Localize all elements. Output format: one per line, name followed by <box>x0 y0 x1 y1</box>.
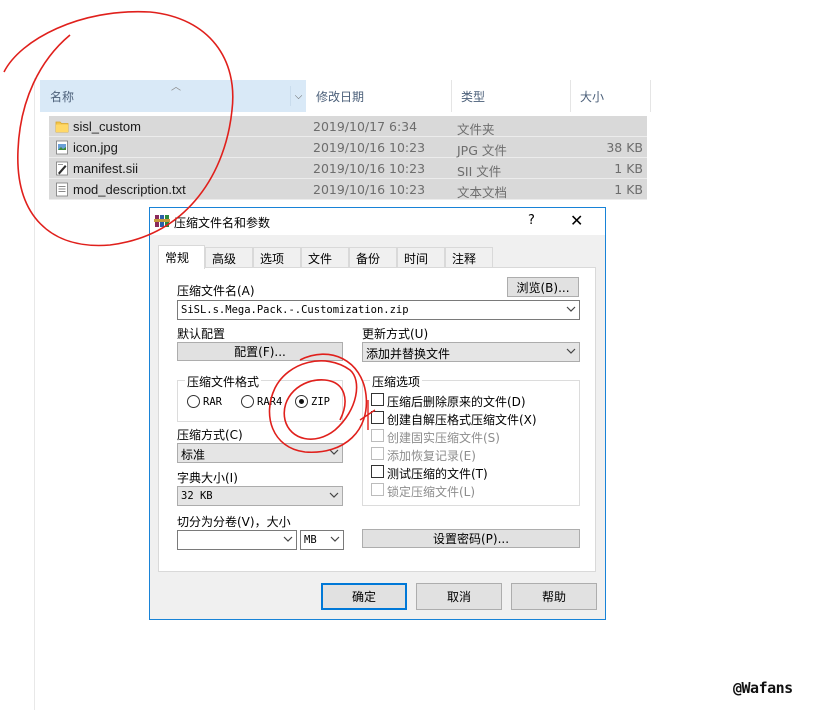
radio-rar[interactable] <box>187 395 200 408</box>
help-icon[interactable]: ? <box>528 213 535 228</box>
split-unit-combo[interactable]: MB <box>300 530 344 550</box>
file-size: 38 KB <box>606 140 643 155</box>
dictionary-label: 字典大小(I) <box>177 471 238 485</box>
column-header-modified[interactable]: 修改日期 <box>306 80 451 112</box>
file-list: sisl_custom 2019/10/17 6:34 文件夹 icon.jpg… <box>49 116 647 200</box>
tab-backup[interactable]: 备份 <box>349 247 397 267</box>
dialog-titlebar[interactable]: 压缩文件名和参数 ? ✕ <box>150 208 605 235</box>
column-dropdown-icon[interactable]: ⌵ <box>290 86 306 106</box>
archive-dialog: 压缩文件名和参数 ? ✕ 常规 高级 选项 文件 备份 时间 注释 压缩文件名(… <box>149 207 606 620</box>
file-type: SII 文件 <box>457 164 502 179</box>
checkbox-sfx[interactable] <box>371 411 384 424</box>
file-row-mod-description[interactable]: mod_description.txt 2019/10/16 10:23 文本文… <box>49 179 647 200</box>
close-icon[interactable]: ✕ <box>570 211 583 230</box>
dictionary-combo[interactable]: 32 KB <box>177 486 343 506</box>
radio-zip-label: ZIP <box>311 396 330 408</box>
archive-name-label: 压缩文件名(A) <box>177 284 255 298</box>
method-combo[interactable]: 标准 <box>177 443 343 463</box>
update-mode-label: 更新方式(U) <box>362 327 429 341</box>
file-size: 1 KB <box>614 182 643 197</box>
profiles-button[interactable]: 配置(F)... <box>177 342 343 361</box>
split-label: 切分为分卷(V)，大小 <box>177 515 291 529</box>
checkbox-solid[interactable] <box>371 429 384 442</box>
chevron-down-icon <box>329 449 339 455</box>
checkbox-recovery-label: 添加恢复记录(E) <box>387 449 476 463</box>
tab-comment[interactable]: 注释 <box>445 247 493 267</box>
file-modified: 2019/10/17 6:34 <box>313 119 418 134</box>
file-name: icon.jpg <box>73 140 118 155</box>
checkbox-delete-after[interactable] <box>371 393 384 406</box>
file-name: manifest.sii <box>73 161 139 176</box>
options-label: 压缩选项 <box>370 373 423 390</box>
radio-rar4-label: RAR4 <box>257 396 283 408</box>
ok-button[interactable]: 确定 <box>321 583 407 610</box>
tab-advanced[interactable]: 高级 <box>205 247 253 267</box>
file-name: sisl_custom <box>73 119 141 134</box>
general-panel: 压缩文件名(A) 浏览(B)... SiSL.s.Mega.Pack.-.Cus… <box>158 267 596 572</box>
file-type: 文本文档 <box>457 185 508 200</box>
archive-name-combo[interactable]: SiSL.s.Mega.Pack.-.Customization.zip <box>177 300 580 320</box>
column-header-size[interactable]: 大小 <box>570 80 650 112</box>
default-profile-label: 默认配置 <box>177 327 226 341</box>
checkbox-solid-label: 创建固实压缩文件(S) <box>387 431 500 445</box>
method-value: 标准 <box>181 448 206 462</box>
file-size: 1 KB <box>614 161 643 176</box>
chevron-down-icon <box>566 306 576 312</box>
update-mode-combo[interactable]: 添加并替换文件 <box>362 342 580 362</box>
folder-icon <box>55 121 69 133</box>
file-name: mod_description.txt <box>73 182 186 197</box>
checkbox-delete-after-label: 压缩后删除原来的文件(D) <box>387 395 526 409</box>
text-file-icon <box>56 182 68 197</box>
file-modified: 2019/10/16 10:23 <box>313 161 426 176</box>
checkbox-test-label: 测试压缩的文件(T) <box>387 467 488 481</box>
checkbox-lock[interactable] <box>371 483 384 496</box>
tab-options[interactable]: 选项 <box>253 247 301 267</box>
dictionary-value: 32 KB <box>181 490 213 502</box>
chevron-down-icon <box>330 536 340 542</box>
image-file-icon <box>56 140 68 155</box>
radio-zip[interactable] <box>295 395 308 408</box>
watermark: @Wafans <box>733 679 793 697</box>
archive-name-value: SiSL.s.Mega.Pack.-.Customization.zip <box>181 304 409 316</box>
winrar-icon <box>154 215 170 227</box>
cancel-button[interactable]: 取消 <box>416 583 502 610</box>
chevron-down-icon <box>566 348 576 354</box>
chevron-down-icon <box>329 492 339 498</box>
update-mode-value: 添加并替换文件 <box>366 347 451 361</box>
tab-files[interactable]: 文件 <box>301 247 349 267</box>
radio-rar-label: RAR <box>203 396 222 408</box>
file-type: JPG 文件 <box>457 143 507 158</box>
method-label: 压缩方式(C) <box>177 428 243 442</box>
sort-ascending-icon: ︿ <box>171 82 181 93</box>
split-unit-value: MB <box>304 534 317 546</box>
tab-time[interactable]: 时间 <box>397 247 445 267</box>
tab-general[interactable]: 常规 <box>158 245 205 269</box>
file-row-manifest-sii[interactable]: manifest.sii 2019/10/16 10:23 SII 文件 1 K… <box>49 158 647 179</box>
browse-button[interactable]: 浏览(B)... <box>507 277 579 297</box>
checkbox-test[interactable] <box>371 465 384 478</box>
file-type: 文件夹 <box>457 122 495 137</box>
file-modified: 2019/10/16 10:23 <box>313 182 426 197</box>
checkbox-sfx-label: 创建自解压格式压缩文件(X) <box>387 413 537 427</box>
help-button[interactable]: 帮助 <box>511 583 597 610</box>
file-modified: 2019/10/16 10:23 <box>313 140 426 155</box>
column-header-type[interactable]: 类型 <box>451 80 570 112</box>
dialog-title: 压缩文件名和参数 <box>174 216 271 230</box>
checkbox-lock-label: 锁定压缩文件(L) <box>387 485 476 499</box>
chevron-down-icon <box>283 536 293 542</box>
sii-file-icon <box>56 161 68 176</box>
explorer-left-border <box>34 78 35 710</box>
column-separator[interactable] <box>650 80 651 112</box>
checkbox-recovery[interactable] <box>371 447 384 460</box>
split-size-combo[interactable] <box>177 530 297 550</box>
radio-rar4[interactable] <box>241 395 254 408</box>
file-row-icon-jpg[interactable]: icon.jpg 2019/10/16 10:23 JPG 文件 38 KB <box>49 137 647 158</box>
file-row-sisl-custom[interactable]: sisl_custom 2019/10/17 6:34 文件夹 <box>49 116 647 137</box>
set-password-button[interactable]: 设置密码(P)... <box>362 529 580 548</box>
format-label: 压缩文件格式 <box>185 373 262 390</box>
